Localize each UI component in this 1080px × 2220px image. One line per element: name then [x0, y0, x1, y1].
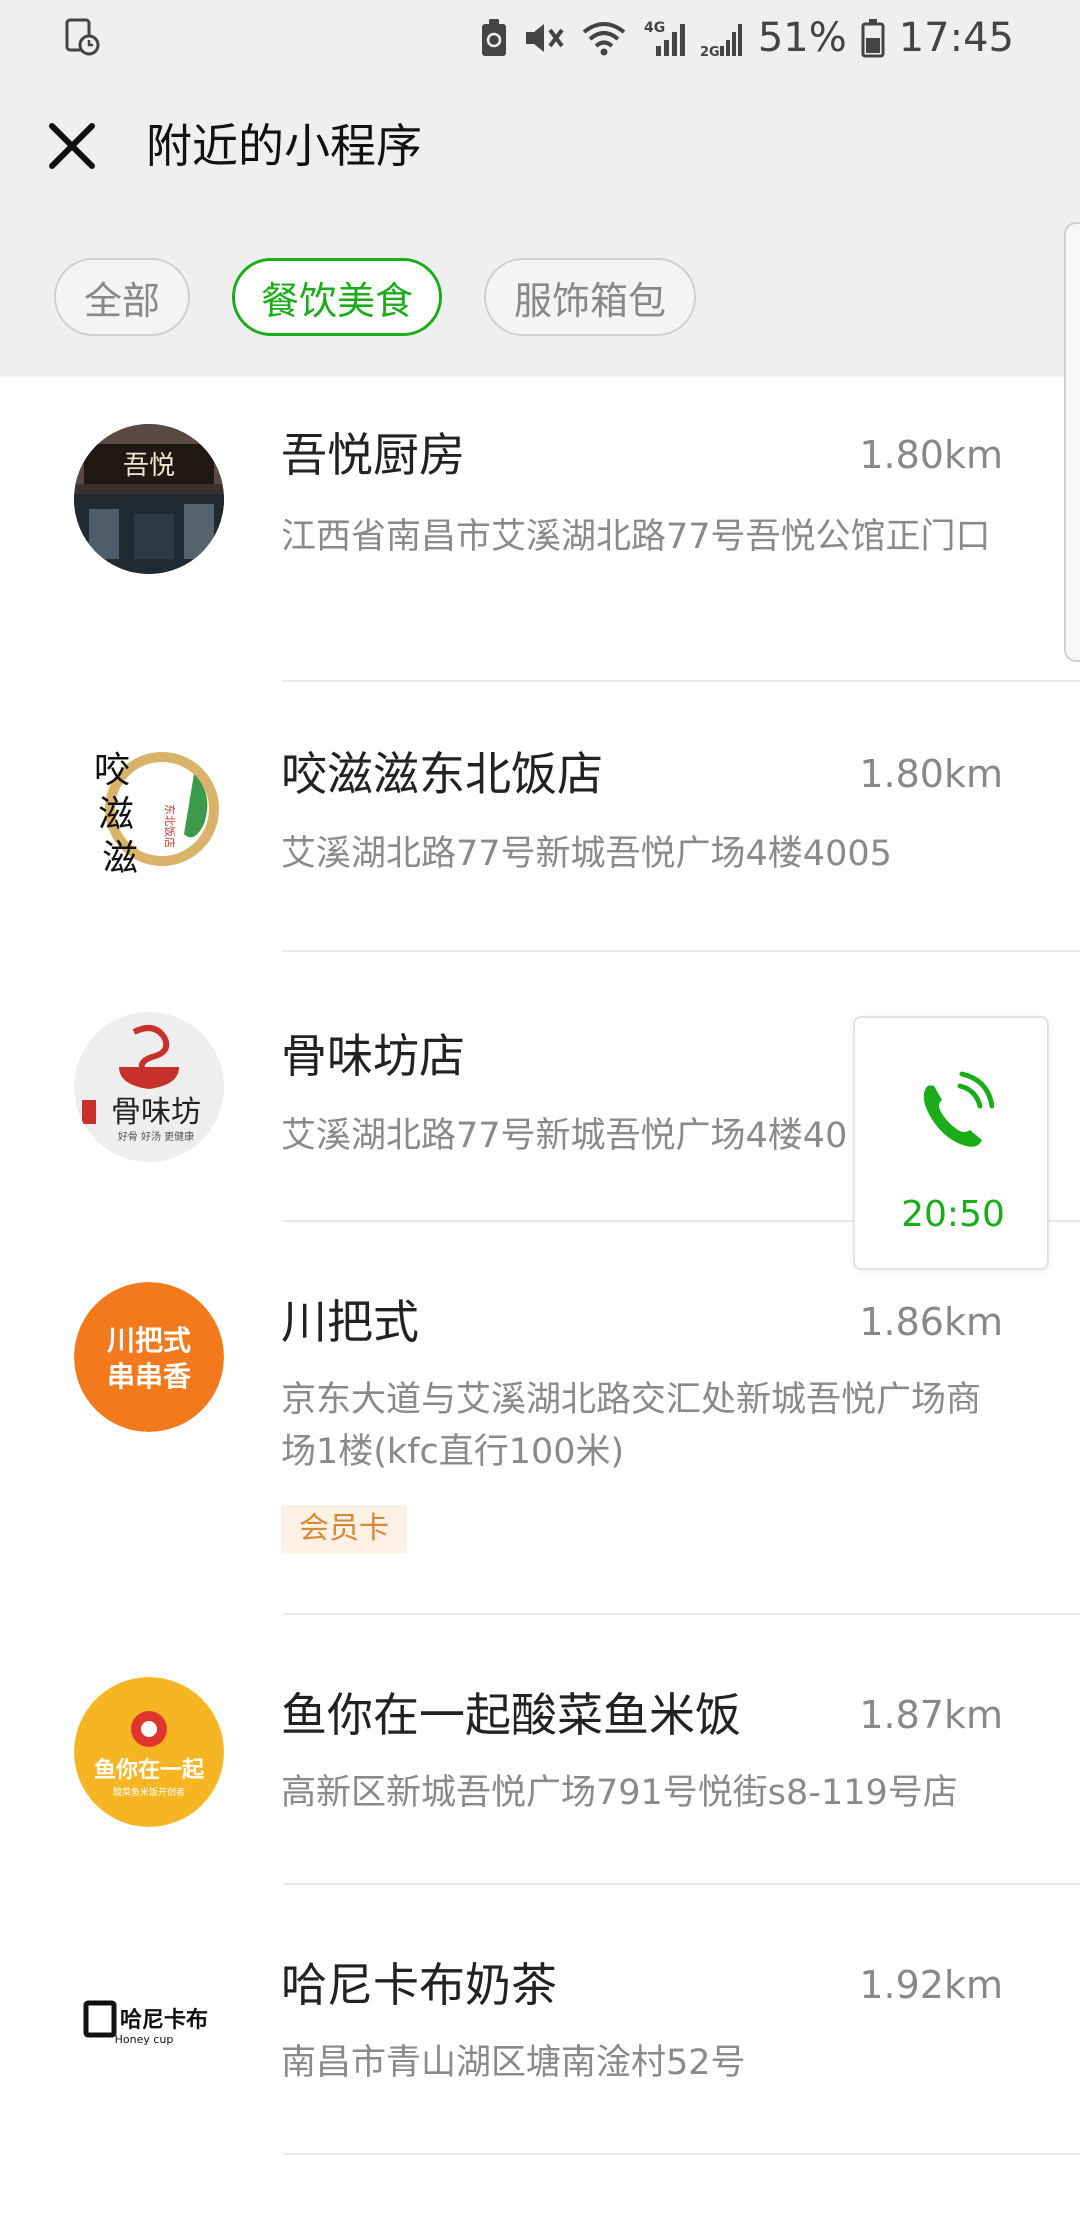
store-logo: 哈尼卡布 Honey cup: [74, 1945, 224, 2095]
logo-subtext: 东北饭店: [163, 804, 177, 848]
logo-subtext: Honey cup: [115, 2033, 174, 2046]
floating-call-widget[interactable]: 20:50: [853, 1016, 1049, 1270]
svg-text:滋: 滋: [102, 838, 138, 879]
battery-percent: 51%: [757, 15, 847, 61]
status-icons: 4G 2G 51% 17:45: [480, 12, 1014, 64]
logo-subtext: 酸菜鱼米饭开创者: [113, 1786, 185, 1798]
list-item[interactable]: 鱼你在一起 酸菜鱼米饭开创者 鱼你在一起酸菜鱼米饭 1.87km 高新区新城吾悦…: [0, 1615, 1080, 1885]
store-logo: 骨味坊 好骨 好汤 更健康: [74, 1012, 224, 1162]
logo-text: 哈尼卡布: [120, 2007, 208, 2033]
logo-subtext: 好骨 好汤 更健康: [118, 1130, 194, 1143]
list-item[interactable]: 哈尼卡布 Honey cup 哈尼卡布奶茶 1.92km 南昌市青山湖区塘南淦村…: [0, 1885, 1080, 2155]
svg-text:2G: 2G: [700, 45, 720, 58]
store-name: 吾悦厨房: [281, 428, 465, 482]
store-address: 艾溪湖北路77号新城吾悦广场4楼4005: [281, 834, 892, 874]
screen-timer-icon: [65, 18, 100, 56]
list-item[interactable]: 吾悦 吾悦厨房 1.80km 江西省南昌市艾溪湖北路77号吾悦公馆正门口: [0, 377, 1080, 682]
logo-text: 鱼你在一起: [94, 1757, 205, 1783]
status-bar: 4G 2G 51% 17:45: [0, 0, 1080, 76]
store-name: 鱼你在一起酸菜鱼米饭: [281, 1688, 741, 1742]
wifi-icon: [582, 22, 626, 56]
store-address: 南昌市青山湖区塘南淦村52号: [281, 2043, 746, 2083]
close-icon[interactable]: [40, 114, 104, 178]
store-address: 高新区新城吾悦广场791号悦街s8-119号店: [281, 1773, 958, 1813]
store-address: 艾溪湖北路77号新城吾悦广场4楼40: [281, 1116, 848, 1156]
svg-text:4G: 4G: [644, 20, 665, 36]
list-item[interactable]: 咬 滋 滋 东北饭店 咬滋滋东北饭店 1.80km 艾溪湖北路77号新城吾悦广场…: [0, 682, 1080, 952]
page-title: 附近的小程序: [146, 119, 422, 173]
store-distance: 1.87km: [859, 1693, 1003, 1737]
store-logo: 吾悦: [74, 424, 224, 574]
signal-2g-icon: 2G: [700, 24, 742, 58]
mute-icon: [525, 24, 564, 52]
signal-4g-icon: 4G: [644, 20, 685, 56]
store-address: 江西省南昌市艾溪湖北路77号吾悦公馆正门口: [281, 517, 991, 557]
svg-text:滋: 滋: [98, 794, 134, 835]
battery-icon: [861, 19, 885, 58]
store-name: 骨味坊店: [281, 1029, 465, 1083]
store-name: 哈尼卡布奶茶: [281, 1958, 557, 2012]
store-name: 川把式: [281, 1295, 419, 1349]
header: 附近的小程序: [0, 100, 1080, 192]
divider: [283, 2153, 1080, 2155]
store-distance: 1.80km: [859, 752, 1003, 796]
list-item[interactable]: 川把式 串串香 川把式 1.86km 京东大道与艾溪湖北路交汇处新城吾悦广场商场…: [0, 1222, 1080, 1615]
call-duration: 20:50: [901, 1194, 1005, 1235]
membership-card-badge: 会员卡: [281, 1505, 407, 1553]
filter-chip-apparel[interactable]: 服饰箱包: [484, 258, 697, 336]
store-distance: 1.86km: [859, 1300, 1003, 1344]
logo-subtext: 串串香: [107, 1360, 191, 1393]
phone-icon: [923, 1071, 994, 1147]
logo-text: 川把式: [107, 1324, 191, 1357]
store-name: 咬滋滋东北饭店: [281, 747, 603, 801]
clock: 17:45: [898, 15, 1014, 61]
filter-chip-all[interactable]: 全部: [54, 258, 191, 336]
logo-text: 骨味坊: [111, 1095, 201, 1130]
store-logo: 鱼你在一起 酸菜鱼米饭开创者: [74, 1677, 224, 1827]
store-distance: 1.80km: [859, 433, 1003, 477]
svg-text:咬: 咬: [94, 750, 130, 791]
logo-text: 吾悦: [123, 451, 175, 481]
store-distance: 1.92km: [859, 1963, 1003, 2007]
filter-chip-food[interactable]: 餐饮美食: [232, 258, 443, 336]
store-logo: 咬 滋 滋 东北饭店: [74, 734, 224, 884]
battery-saver-icon: [481, 19, 506, 56]
store-logo: 川把式 串串香: [74, 1282, 224, 1432]
filter-chips: 全部 餐饮美食 服饰箱包: [54, 258, 697, 336]
store-address: 京东大道与艾溪湖北路交汇处新城吾悦广场商场1楼(kfc直行100米): [281, 1380, 982, 1472]
